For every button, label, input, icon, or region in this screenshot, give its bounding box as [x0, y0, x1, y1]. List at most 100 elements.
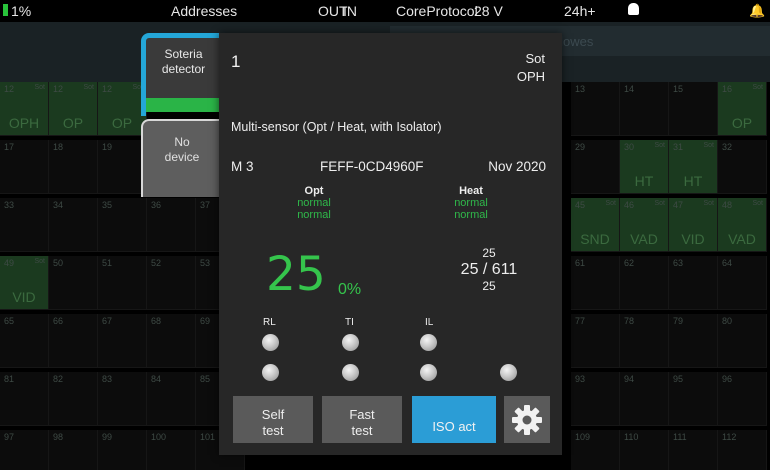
led-label-ti: TI [345, 317, 354, 328]
grid-cell[interactable]: 77 [571, 314, 620, 368]
grid-cell[interactable]: 110 [620, 430, 669, 470]
grid-cell[interactable]: 96 [718, 372, 767, 426]
grid-cell[interactable]: 34 [49, 198, 98, 252]
grid-cell[interactable]: 65 [0, 314, 49, 368]
grid-cell-label: OP [62, 115, 84, 131]
grid-cell[interactable]: 19 [98, 140, 147, 194]
grid-cell[interactable]: 80 [718, 314, 767, 368]
grid-cell-label: OPH [8, 115, 40, 131]
led-ti-1 [342, 334, 359, 351]
grid-cell[interactable]: 95 [669, 372, 718, 426]
grid-cell-tag: Sot [34, 84, 45, 91]
grid-cell-number: 65 [4, 316, 15, 326]
grid-cell[interactable]: 33 [0, 198, 49, 252]
settings-button[interactable] [504, 396, 550, 443]
grid-cell[interactable]: 14 [620, 82, 669, 136]
tab-soteria-detector[interactable]: Soteria detector [141, 33, 223, 116]
grid-cell[interactable]: 45 Sot SND [571, 198, 620, 252]
led-rl-2 [262, 364, 279, 381]
grid-cell[interactable]: 30 Sot HT [620, 140, 669, 194]
addresses-label[interactable]: Addresses [171, 3, 237, 19]
led-il-1 [420, 334, 437, 351]
grid-cell[interactable]: 18 [49, 140, 98, 194]
device-loop: M 3 [231, 159, 254, 174]
grid-cell[interactable]: 78 [620, 314, 669, 368]
grid-cell[interactable]: 29 [571, 140, 620, 194]
grid-cell[interactable]: 16 Sot OP [718, 82, 767, 136]
info-icon[interactable] [628, 3, 639, 15]
grid-cell[interactable]: 49 Sot VID [0, 256, 49, 310]
fast-test-label: Fast test [349, 406, 375, 438]
led-il-2 [420, 364, 437, 381]
grid-cell-number: 50 [53, 258, 64, 268]
grid-cell[interactable]: 50 [49, 256, 98, 310]
grid-cell[interactable]: 15 [669, 82, 718, 136]
grid-cell[interactable]: 35 [98, 198, 147, 252]
grid-cell[interactable]: 32 [718, 140, 767, 194]
grid-cell[interactable]: 61 [571, 256, 620, 310]
grid-cell[interactable]: 93 [571, 372, 620, 426]
grid-cell[interactable]: 62 [620, 256, 669, 310]
iso-act-button[interactable]: ISO act [412, 396, 496, 443]
grid-cell-number: 110 [624, 432, 639, 442]
grid-cell[interactable]: 36 [147, 198, 196, 252]
level-unit: 0% [338, 281, 362, 298]
grid-cell-number: 17 [4, 142, 15, 152]
grid-cell[interactable]: 97 [0, 430, 49, 470]
grid-cell[interactable]: 109 [571, 430, 620, 470]
grid-cell[interactable]: 66 [49, 314, 98, 368]
fast-test-button[interactable]: Fast test [322, 396, 402, 443]
grid-cell[interactable]: 52 [147, 256, 196, 310]
heat-header: Heat [459, 185, 483, 197]
grid-cell-number: 51 [102, 258, 113, 268]
grid-cell[interactable]: 63 [669, 256, 718, 310]
grid-cell[interactable]: 17 [0, 140, 49, 194]
self-test-button[interactable]: Self test [233, 396, 313, 443]
grid-cell[interactable]: 99 [98, 430, 147, 470]
grid-cell[interactable]: 12 Sot OP [98, 82, 147, 136]
grid-cell[interactable]: 13 [571, 82, 620, 136]
grid-cell-number: 66 [53, 316, 64, 326]
device-detail-panel: 1 Sot OPH Multi-sensor (Opt / Heat, with… [219, 33, 562, 455]
grid-cell[interactable]: 31 Sot HT [669, 140, 718, 194]
grid-cell[interactable]: 68 [147, 314, 196, 368]
grid-cell[interactable]: 100 [147, 430, 196, 470]
grid-cell-number: 77 [575, 316, 586, 326]
grid-cell[interactable]: 83 [98, 372, 147, 426]
grid-cell[interactable]: 84 [147, 372, 196, 426]
grid-cell-number: 34 [53, 200, 64, 210]
grid-cell[interactable]: 79 [669, 314, 718, 368]
ratio-readout: 25 25 / 611 25 [444, 247, 534, 293]
grid-cell[interactable]: 82 [49, 372, 98, 426]
grid-cell-number: 31 [673, 142, 684, 152]
grid-cell[interactable]: 64 [718, 256, 767, 310]
grid-cell-number: 80 [722, 316, 733, 326]
grid-cell[interactable]: 112 [718, 430, 767, 470]
hours-readout: 24h+ [564, 3, 596, 19]
grid-cell-label: VID [12, 289, 36, 305]
grid-cell[interactable]: 67 [98, 314, 147, 368]
grid-cell-number: 83 [102, 374, 113, 384]
grid-cell-number: 12 [53, 84, 64, 94]
grid-cell-number: 61 [575, 258, 586, 268]
grid-cell[interactable]: 12 Sot OP [49, 82, 98, 136]
grid-cell[interactable]: 48 Sot VAD [718, 198, 767, 252]
grid-cell-number: 29 [575, 142, 586, 152]
grid-cell[interactable]: 46 Sot VAD [620, 198, 669, 252]
opt-status-2: normal [297, 209, 331, 221]
grid-cell[interactable]: 111 [669, 430, 718, 470]
grid-cell[interactable]: 47 Sot VID [669, 198, 718, 252]
grid-cell[interactable]: 98 [49, 430, 98, 470]
device-type-line1: Sot [525, 51, 545, 66]
grid-cell-number: 45 [575, 200, 586, 210]
tab-no-device[interactable]: No device [141, 119, 221, 197]
grid-cell-label: VID [681, 231, 705, 247]
opt-sensor-status: Opt normal normal [254, 185, 374, 221]
gear-icon [512, 405, 542, 435]
bell-icon[interactable]: 🔔 [749, 3, 765, 19]
grid-cell[interactable]: 81 [0, 372, 49, 426]
grid-cell[interactable]: 94 [620, 372, 669, 426]
grid-cell[interactable]: 51 [98, 256, 147, 310]
grid-cell[interactable]: 12 Sot OPH [0, 82, 49, 136]
voltage-readout: 28 V [474, 3, 503, 19]
